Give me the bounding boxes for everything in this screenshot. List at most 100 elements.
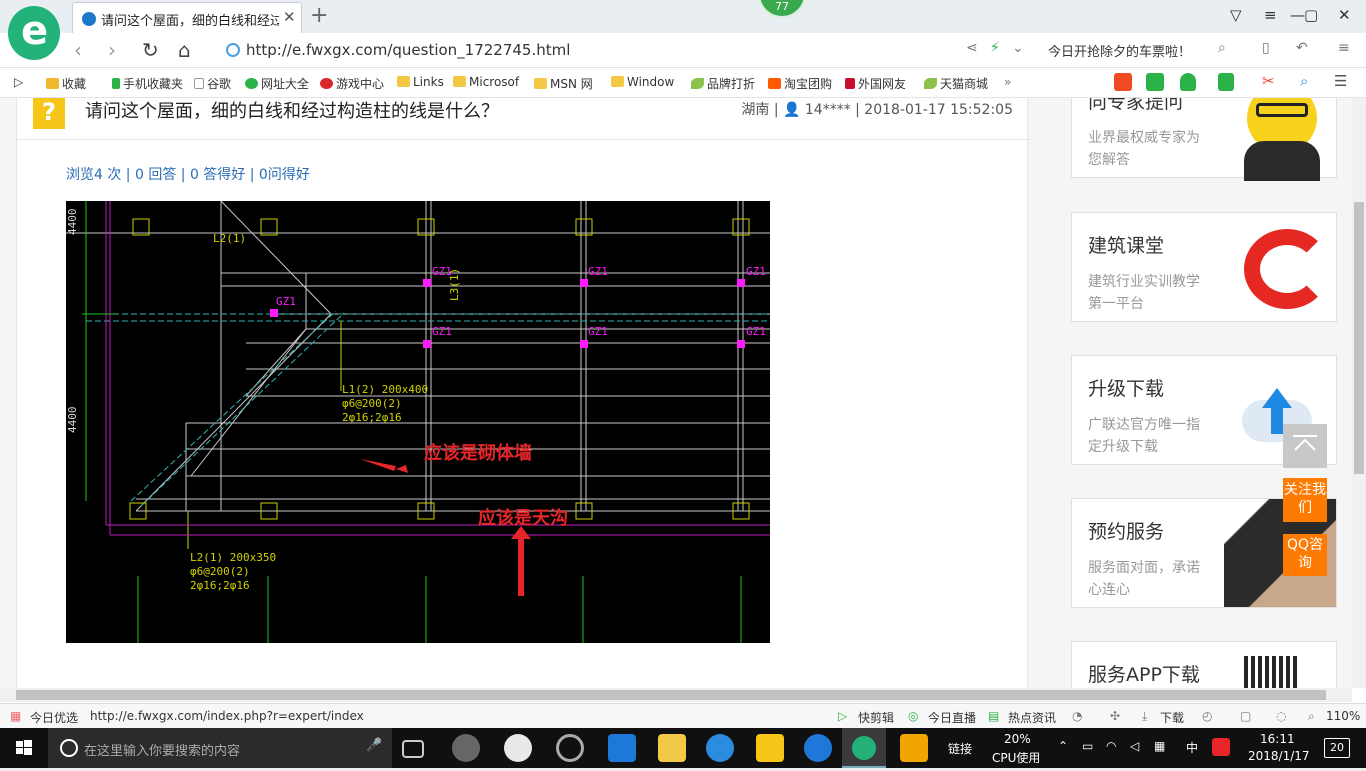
bookmark-windows[interactable]: Window [611,75,674,89]
lightning-icon[interactable]: ⚡ [990,40,1000,56]
microphone-icon[interactable]: 🎤 [366,738,382,753]
translate-icon[interactable] [1218,73,1234,91]
download-button[interactable]: 下载 [1160,709,1184,726]
shirt-icon[interactable]: ▽ [1230,6,1242,24]
cad-drawing-svg: 4400 4400 L2(1) L3(1) GZ1 GZ1 GZ1 GZ1 GZ… [66,200,770,643]
vertical-scrollbar[interactable] [1352,98,1366,688]
bookmark-microsoft[interactable]: Microsof [453,75,519,89]
settings-menu-icon[interactable]: ≡ [1338,40,1350,56]
chevron-down-icon[interactable]: ⌄ [1012,40,1024,56]
mobile-icon[interactable]: ▯ [1262,40,1270,56]
card-ask-expert[interactable]: 向专家提问 业界最权威专家为您解答 [1071,98,1337,181]
cortana-icon [60,739,78,757]
ie-icon[interactable] [706,734,734,762]
bookmark-msn[interactable]: MSN 网 [534,75,593,92]
window-close-icon[interactable]: ✕ [1338,6,1351,24]
links-toolbar[interactable]: 链接 [948,740,972,757]
url-text[interactable]: http://e.fwxgx.com/question_1722745.html [246,41,570,59]
tools-icon[interactable]: ✣ [1110,709,1120,723]
edge-icon[interactable] [608,734,636,762]
horizontal-scroll-thumb[interactable] [16,690,1326,700]
s-app-icon[interactable] [804,734,832,762]
more-bookmarks-icon[interactable]: » [1004,75,1011,89]
scissors-icon[interactable]: ✂ [1262,72,1275,90]
menu-list-icon[interactable]: ☰ [1334,72,1347,90]
reader-icon[interactable] [1146,73,1164,91]
new-tab-icon[interactable]: + [310,3,328,28]
discount-icon[interactable] [1114,73,1132,91]
tab-close-icon[interactable]: ✕ [283,8,296,26]
ime-indicator[interactable]: 中 [1186,739,1198,756]
qq-consult-button[interactable]: QQ咨询 [1283,534,1327,576]
start-button[interactable] [0,728,48,768]
active-browser-task[interactable] [842,728,886,768]
bookmark-mobile[interactable]: 手机收藏夹 [112,75,183,92]
card-app-download[interactable]: 服务APP下载 [1071,641,1337,688]
browser-e-icon[interactable] [504,734,532,762]
restore-icon[interactable]: ◴ [1202,709,1212,723]
share-icon[interactable]: ⋖ [966,40,978,56]
browser-logo-icon[interactable] [8,6,60,60]
question-stats[interactable]: 浏览4 次 | 0 回答 | 0 答得好 | 0问得好 [66,164,310,184]
help-app-icon[interactable] [756,734,784,762]
hot-news-button[interactable]: 热点资讯 [1008,709,1056,726]
tab-question[interactable]: 请问这个屋面，细的白线和经过构造柱的线是什么？ ✕ [72,2,302,33]
magnifier-icon[interactable]: ⌕ [1300,72,1308,90]
wifi-icon[interactable]: ◠ [1106,739,1116,753]
windows-taskbar: 在这里输入你要搜索的内容 🎤 链接 20% CPU使用 ⌃ ▭ ◠ ◁ ▦ 中 … [0,728,1366,768]
bookmark-favorites[interactable]: 收藏 [46,75,86,92]
taskbar-search-placeholder: 在这里输入你要搜索的内容 [84,744,241,759]
back-to-top-button[interactable] [1283,424,1327,468]
address-bar[interactable]: http://e.fwxgx.com/question_1722745.html [220,38,1032,63]
maximize-icon[interactable]: ▢ [1304,6,1318,24]
minimize-icon[interactable]: — [1290,6,1305,24]
bookmark-brand-discount[interactable]: 品牌打折 [691,75,755,92]
volume-icon[interactable]: ◁ [1130,739,1139,753]
bookmark-google[interactable]: 谷歌 [194,75,231,92]
card-booking-desc: 服务面对面，承诺心连心 [1088,560,1200,598]
card-classroom[interactable]: 建筑课堂 建筑行业实训教学第一平台 [1071,212,1337,322]
task-view-icon[interactable] [402,740,424,758]
mute-icon[interactable]: ◌ [1276,709,1286,723]
quick-cut-button[interactable]: 快剪辑 [858,709,894,726]
forward-icon[interactable]: › [108,38,116,62]
speed-icon[interactable]: ◔ [1072,709,1082,723]
promo-link[interactable]: 今日开抢除夕的车票啦！ [1048,41,1191,60]
cpu-percent: 20% [1004,732,1031,746]
menu-icon[interactable]: ≡ [1264,6,1277,24]
horizontal-scrollbar[interactable] [0,688,1352,702]
zoom-level[interactable]: 110% [1326,709,1360,723]
clock-date[interactable]: 2018/1/17 [1248,749,1310,763]
file-explorer-icon[interactable] [658,734,686,762]
keyboard-icon[interactable]: ▦ [1154,739,1165,753]
window-icon[interactable]: ▢ [1240,709,1251,723]
undo-icon[interactable]: ↶ [1296,40,1308,56]
search-icon[interactable]: ⌕ [1218,40,1226,56]
follow-us-button[interactable]: 关注我们 [1283,478,1327,522]
bookmark-url-navigator[interactable]: 网址大全 [245,75,309,92]
notification-count[interactable]: 20 [1324,738,1350,758]
clock-time[interactable]: 16:11 [1260,732,1295,746]
pinwheel-app-icon[interactable] [452,734,480,762]
swirl-app-icon[interactable] [556,734,584,762]
tray-expand-icon[interactable]: ⌃ [1058,739,1068,753]
sidebar-toggle-icon[interactable]: ▷ [14,75,23,89]
shield-icon[interactable] [1180,73,1196,91]
refresh-icon[interactable]: ↻ [142,38,159,62]
score-badge[interactable]: 77 [758,0,806,18]
home-icon[interactable]: ⌂ [178,38,191,62]
sogou-ime-icon[interactable] [1212,738,1230,756]
today-live-button[interactable]: 今日直播 [928,709,976,726]
battery-icon[interactable]: ▭ [1082,739,1093,753]
bookmark-game-center[interactable]: 游戏中心 [320,75,384,92]
today-picks-link[interactable]: 今日优选 [30,709,78,726]
notes-app-icon[interactable] [900,734,928,762]
cad-drawing-image[interactable]: 4400 4400 L2(1) L3(1) GZ1 GZ1 GZ1 GZ1 GZ… [66,200,770,643]
back-icon[interactable]: ‹ [74,38,82,62]
bookmark-tmall[interactable]: 天猫商城 [924,75,988,92]
bookmark-foreign-friends[interactable]: 外国网友 [845,75,906,92]
taskbar-search[interactable]: 在这里输入你要搜索的内容 🎤 [48,728,392,768]
bookmark-taobao[interactable]: 淘宝团购 [768,75,832,92]
vertical-scroll-thumb[interactable] [1354,202,1364,474]
bookmark-links[interactable]: Links [397,75,444,89]
